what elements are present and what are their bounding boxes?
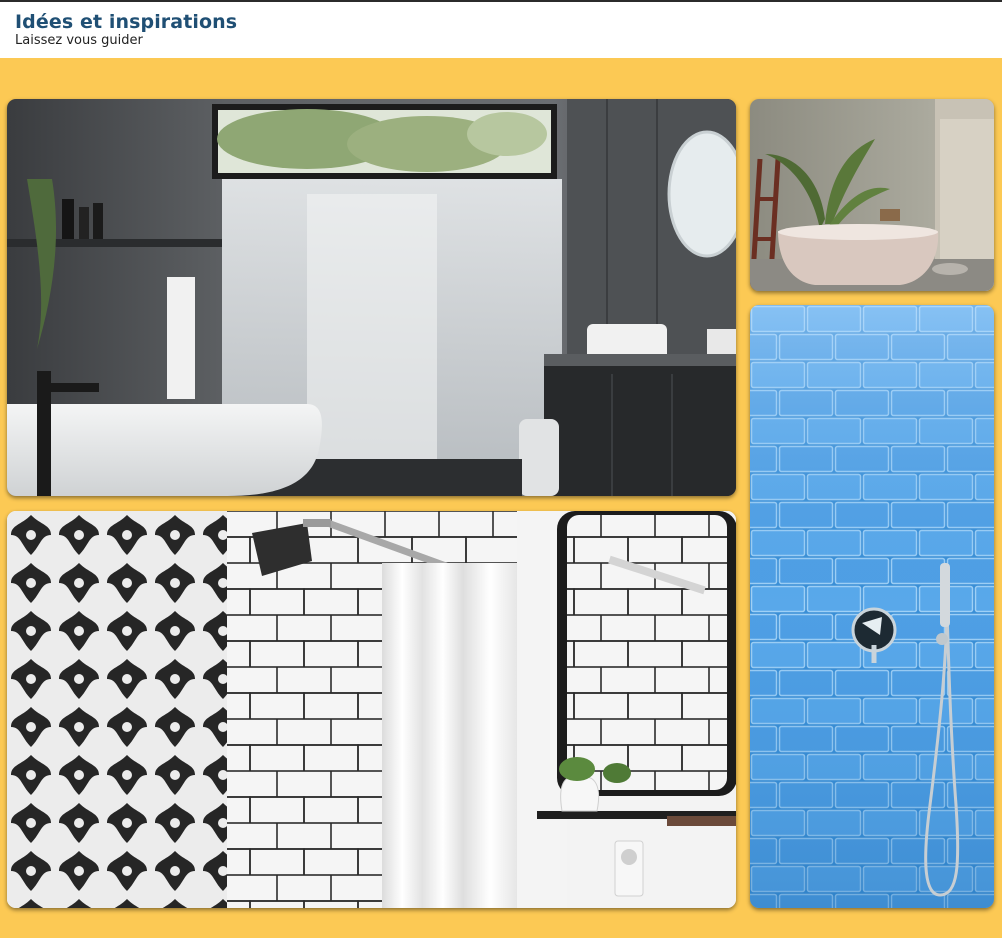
page-header: Idées et inspirations Laissez vous guide… <box>0 0 1002 58</box>
modern-bathroom-picture <box>7 99 736 496</box>
page-subtitle: Laissez vous guider <box>15 33 143 48</box>
subway-tile-shower-picture <box>7 511 736 908</box>
gallery-image-modern-bathroom[interactable] <box>7 99 736 496</box>
inspiration-gallery <box>0 58 1002 938</box>
gallery-image-subway-tile-shower[interactable] <box>7 511 736 908</box>
bathtub-plant-picture <box>750 99 994 291</box>
page-title: Idées et inspirations <box>15 11 238 33</box>
gallery-image-bathtub-plant[interactable] <box>750 99 994 291</box>
gallery-image-blue-tile-shower[interactable] <box>750 305 994 908</box>
blue-tile-shower-picture <box>750 305 994 908</box>
